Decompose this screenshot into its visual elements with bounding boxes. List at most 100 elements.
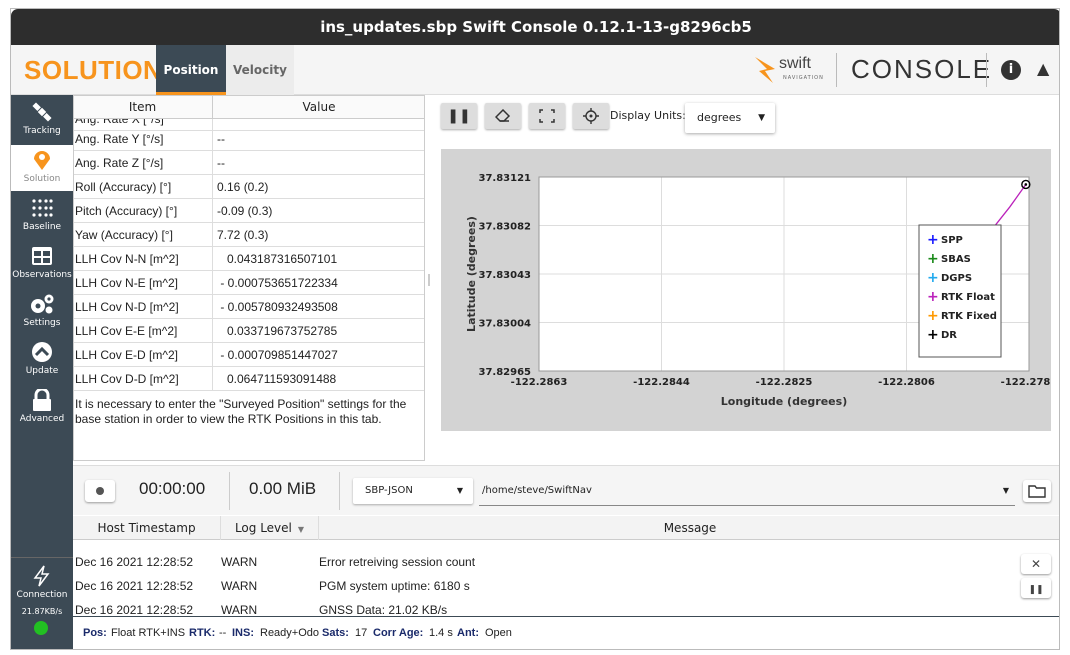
data-rate: 21.87KB/s xyxy=(21,607,63,616)
column-header-item[interactable]: Item xyxy=(73,95,213,119)
plot-panel: ❚❚ Display Units: degrees ▼ -122.2863 -1… xyxy=(433,95,1059,461)
row-value: - 0.005780932493508 xyxy=(217,300,338,314)
column-header-message[interactable]: Message xyxy=(319,516,1059,540)
clear-log-button[interactable]: ✕ xyxy=(1021,554,1051,574)
row-value: - 0.000709851447027 xyxy=(217,348,338,362)
status-sats-label: Sats: xyxy=(322,627,349,639)
column-header-timestamp[interactable]: Host Timestamp xyxy=(73,516,221,540)
gears-icon xyxy=(31,294,54,314)
browse-folder-button[interactable] xyxy=(1023,480,1051,502)
x-tick-label: -122.2806 xyxy=(878,377,935,388)
log-level: WARN xyxy=(221,555,258,569)
record-icon xyxy=(96,487,104,495)
column-header-label: Host Timestamp xyxy=(97,521,196,535)
center-on-position-button[interactable] xyxy=(573,103,609,129)
vertical-splitter-handle[interactable] xyxy=(428,274,430,286)
legend-label: RTK Float xyxy=(941,292,995,303)
table-row: LLH Cov N-E [m^2] - 0.000753651722334 xyxy=(73,271,425,295)
fit-view-button[interactable] xyxy=(529,103,565,129)
log-timestamp: Dec 16 2021 12:28:52 xyxy=(75,555,194,569)
status-ant-value: Open xyxy=(485,627,512,639)
lock-icon xyxy=(33,389,51,411)
console-label: CONSOLE xyxy=(851,54,993,84)
sidebar-item-advanced[interactable]: Advanced xyxy=(11,385,73,431)
row-value: -- xyxy=(217,156,225,170)
sidebar-item-tracking[interactable]: Tracking xyxy=(11,97,73,143)
status-rtk-value: -- xyxy=(219,627,227,639)
table-row: LLH Cov N-N [m^2] 0.043187316507101 xyxy=(73,247,425,271)
sidebar-divider xyxy=(11,557,73,558)
display-units-select[interactable]: degrees ▼ xyxy=(685,103,775,133)
log-directory-input[interactable]: /home/steve/SwiftNav ▼ xyxy=(479,478,1015,506)
crosshair-icon xyxy=(583,108,599,124)
sidebar-item-solution[interactable]: Solution xyxy=(11,145,73,191)
log-message: Error retreiving session count xyxy=(319,555,476,569)
dropdown-arrow-icon[interactable]: ▼ xyxy=(298,525,304,534)
table-body[interactable]: Ang. Rate X [°/s] Ang. Rate Y [°/s] -- An… xyxy=(73,119,425,391)
close-icon: ✕ xyxy=(1030,557,1042,571)
sidebar-item-settings[interactable]: Settings xyxy=(11,289,73,335)
clear-button[interactable] xyxy=(485,103,521,129)
log-format-select[interactable]: SBP-JSON ▼ xyxy=(353,478,473,504)
logo-subtext: NAVIGATION xyxy=(783,75,824,81)
table-row: Ang. Rate Y [°/s] -- xyxy=(73,127,425,151)
sidebar-item-label: Update xyxy=(25,366,59,376)
status-pos-value: Float RTK+INS xyxy=(111,627,186,639)
tab-position[interactable]: Position xyxy=(156,45,226,95)
x-tick-label: -122.2844 xyxy=(633,377,690,388)
divider xyxy=(339,472,340,510)
sidebar-item-observations[interactable]: Observations xyxy=(11,241,73,287)
app-window: ins_updates.sbp Swift Console 0.12.1-13-… xyxy=(10,8,1060,650)
legend-label: DR xyxy=(941,330,957,341)
table-row: Ang. Rate Z [°/s] -- xyxy=(73,151,425,175)
table-icon xyxy=(32,247,52,265)
status-corr-age-value: 1.4 s xyxy=(429,627,453,639)
swift-logo: swift NAVIGATION xyxy=(751,51,824,89)
legend-label: SPP xyxy=(941,235,963,246)
info-icon[interactable]: i xyxy=(1001,60,1021,80)
pause-button[interactable]: ❚❚ xyxy=(441,103,477,129)
recording-elapsed: 00:00:00 xyxy=(139,479,206,498)
log-timestamp: Dec 16 2021 12:28:52 xyxy=(75,579,194,593)
current-position-dot xyxy=(1024,183,1028,186)
sidebar-item-label: Baseline xyxy=(22,222,62,232)
row-item: LLH Cov E-E [m^2] xyxy=(75,319,213,343)
column-header-log-level[interactable]: Log Level ▼ xyxy=(221,516,319,540)
sidebar-item-label: Settings xyxy=(23,318,61,328)
position-chart[interactable]: -122.2863 -122.2844 -122.2825 -122.2806 -122… xyxy=(441,149,1057,431)
log-directory-value: /home/steve/SwiftNav xyxy=(482,485,592,496)
row-value: -- xyxy=(217,132,225,146)
app-header: SOLUTION Position Velocity swift NAVIGAT… xyxy=(11,45,1059,95)
legend-label: DGPS xyxy=(941,273,972,284)
row-item: Roll (Accuracy) [°] xyxy=(75,175,213,199)
row-value: 0.064711593091488 xyxy=(217,372,337,386)
collapse-up-icon[interactable]: ▲ xyxy=(1037,59,1049,78)
table-row: LLH Cov E-D [m^2] - 0.000709851447027 xyxy=(73,343,425,367)
row-value: 0.16 (0.2) xyxy=(217,180,269,194)
header-divider xyxy=(986,53,987,87)
row-value: 0.033719673752785 xyxy=(217,324,338,338)
record-button[interactable] xyxy=(85,480,115,502)
position-plot[interactable]: -122.2863 -122.2844 -122.2825 -122.2806 -122… xyxy=(441,149,1057,431)
column-header-value[interactable]: Value xyxy=(213,95,425,119)
sidebar-item-label: Observations xyxy=(12,270,72,280)
legend-marker: + xyxy=(927,232,939,248)
dropdown-arrow-icon[interactable]: ▼ xyxy=(1003,478,1009,504)
legend-marker: + xyxy=(927,251,939,267)
fit-screen-icon xyxy=(539,109,555,123)
table-row: Pitch (Accuracy) [°] -0.09 (0.3) xyxy=(73,199,425,223)
y-tick-label: 37.83082 xyxy=(478,222,531,233)
row-item: Ang. Rate Z [°/s] xyxy=(75,151,213,175)
legend-marker: + xyxy=(927,270,939,286)
sidebar-item-connection[interactable]: Connection xyxy=(11,557,73,603)
table-header: Item Value xyxy=(73,95,425,119)
sidebar-item-update[interactable]: Update xyxy=(11,337,73,383)
tab-velocity[interactable]: Velocity xyxy=(226,45,294,95)
y-axis-label: Latitude (degrees) xyxy=(465,216,478,332)
window-title: ins_updates.sbp Swift Console 0.12.1-13-… xyxy=(11,9,1059,45)
pause-log-button[interactable]: ❚❚ xyxy=(1021,578,1051,598)
status-ins-label: INS: xyxy=(232,627,254,639)
sidebar-item-baseline[interactable]: Baseline xyxy=(11,193,73,239)
row-value: 0.043187316507101 xyxy=(217,252,338,266)
row-item: LLH Cov D-D [m^2] xyxy=(75,367,213,391)
